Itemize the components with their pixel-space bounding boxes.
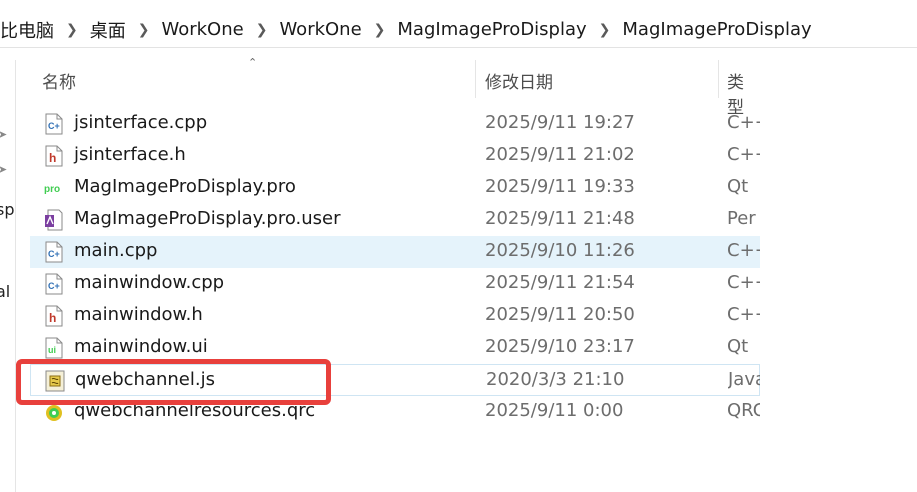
file-type: C++ bbox=[727, 240, 760, 261]
pin-icon: ➤ bbox=[0, 128, 8, 141]
column-divider[interactable] bbox=[718, 60, 719, 98]
file-row[interactable]: C+ jsinterface.cpp 2025/9/11 19:27 C++ bbox=[30, 108, 760, 140]
file-row[interactable]: qwebchannelresources.qrc 2025/9/11 0:00 … bbox=[30, 396, 760, 428]
file-row-selected[interactable]: C+ main.cpp 2025/9/10 11:26 C++ bbox=[30, 236, 760, 268]
svg-text:C+: C+ bbox=[48, 249, 60, 259]
file-date: 2025/9/10 23:17 bbox=[485, 336, 635, 357]
chevron-right-icon[interactable]: ❯ bbox=[593, 22, 617, 38]
file-date: 2025/9/11 19:27 bbox=[485, 112, 635, 133]
file-date: 2020/3/3 21:10 bbox=[486, 369, 625, 390]
file-date: 2025/9/10 11:26 bbox=[485, 240, 635, 261]
svg-text:C+: C+ bbox=[48, 121, 60, 131]
cpp-file-icon: C+ bbox=[45, 113, 63, 135]
breadcrumb-desktop[interactable]: 桌面 bbox=[84, 17, 132, 43]
cpp-file-icon: C+ bbox=[45, 241, 63, 263]
ui-file-icon: ui bbox=[45, 337, 63, 359]
empty-area bbox=[760, 60, 917, 492]
file-date: 2025/9/11 19:33 bbox=[485, 176, 635, 197]
breadcrumb-workone-2[interactable]: WorkOne bbox=[273, 19, 367, 40]
chevron-right-icon[interactable]: ❯ bbox=[60, 22, 84, 38]
file-row[interactable]: h jsinterface.h 2025/9/11 21:02 C++ bbox=[30, 140, 760, 172]
file-type: Qt bbox=[727, 336, 749, 357]
file-date: 2025/9/11 0:00 bbox=[485, 400, 624, 421]
svg-text:pro: pro bbox=[44, 184, 60, 195]
header-file-icon: h bbox=[45, 145, 63, 167]
cpp-file-icon: C+ bbox=[45, 273, 63, 295]
file-name: mainwindow.ui bbox=[74, 336, 208, 357]
svg-text:ui: ui bbox=[48, 345, 56, 355]
file-row[interactable]: C+ mainwindow.cpp 2025/9/11 21:54 C++ bbox=[30, 268, 760, 300]
file-name: MagImageProDisplay.pro.user bbox=[74, 208, 341, 229]
file-name: jsinterface.cpp bbox=[74, 112, 208, 133]
qt-pro-file-icon: pro bbox=[44, 184, 60, 195]
chevron-right-icon[interactable]: ❯ bbox=[132, 22, 156, 38]
file-date: 2025/9/11 21:54 bbox=[485, 272, 635, 293]
breadcrumb-magimageprodisplay-2[interactable]: MagImageProDisplay bbox=[616, 19, 817, 40]
address-bar[interactable]: 比电脑 ❯ 桌面 ❯ WorkOne ❯ WorkOne ❯ MagImageP… bbox=[0, 0, 917, 60]
file-date: 2025/9/11 21:48 bbox=[485, 208, 635, 229]
pin-icon: ➤ bbox=[0, 163, 8, 176]
file-name: qwebchannel.js bbox=[75, 369, 215, 390]
svg-text:h: h bbox=[49, 151, 56, 165]
file-row[interactable]: h mainwindow.h 2025/9/11 20:50 C++ bbox=[30, 300, 760, 332]
breadcrumb-this-pc[interactable]: 比电脑 bbox=[0, 17, 60, 43]
svg-text:h: h bbox=[49, 311, 56, 325]
header-file-icon: h bbox=[45, 305, 63, 327]
file-type: C++ bbox=[727, 304, 760, 325]
nav-item-label[interactable]: al bbox=[0, 282, 10, 301]
file-type: C++ bbox=[727, 144, 760, 165]
column-header-date[interactable]: 修改日期 bbox=[485, 68, 553, 93]
file-row[interactable]: pro MagImageProDisplay.pro 2025/9/11 19:… bbox=[30, 172, 760, 204]
file-type: C++ bbox=[727, 112, 760, 133]
file-name: mainwindow.cpp bbox=[74, 272, 225, 293]
file-type: Qt bbox=[727, 176, 749, 197]
chevron-right-icon[interactable]: ❯ bbox=[368, 22, 392, 38]
column-header-row: 名称 修改日期 类型 bbox=[30, 60, 760, 118]
breadcrumb-magimageprodisplay-1[interactable]: MagImageProDisplay bbox=[391, 19, 592, 40]
file-type: Per bbox=[727, 208, 756, 229]
nav-item-label[interactable]: sp bbox=[0, 200, 15, 219]
file-type: Java bbox=[728, 369, 761, 390]
file-name: MagImageProDisplay.pro bbox=[74, 176, 296, 197]
file-name: qwebchannelresources.qrc bbox=[74, 400, 316, 421]
qrc-file-icon bbox=[46, 405, 62, 421]
file-date: 2025/9/11 21:02 bbox=[485, 144, 635, 165]
file-name: jsinterface.h bbox=[74, 144, 186, 165]
file-row[interactable]: ui mainwindow.ui 2025/9/10 23:17 Qt bbox=[30, 332, 760, 364]
user-file-icon bbox=[45, 209, 63, 231]
file-date: 2025/9/11 20:50 bbox=[485, 304, 635, 325]
js-file-icon bbox=[45, 370, 65, 392]
file-type: QRC bbox=[727, 400, 760, 421]
column-divider[interactable] bbox=[475, 60, 476, 98]
file-name: main.cpp bbox=[74, 240, 158, 261]
file-list: C+ jsinterface.cpp 2025/9/11 19:27 C++ h… bbox=[30, 108, 761, 428]
svg-text:C+: C+ bbox=[48, 281, 60, 291]
navigation-pane[interactable]: ➤ ➤ sp al bbox=[0, 60, 16, 492]
file-type: C++ bbox=[727, 272, 760, 293]
breadcrumb[interactable]: 比电脑 ❯ 桌面 ❯ WorkOne ❯ WorkOne ❯ MagImageP… bbox=[0, 12, 917, 48]
file-row[interactable]: MagImageProDisplay.pro.user 2025/9/11 21… bbox=[30, 204, 760, 236]
chevron-right-icon[interactable]: ❯ bbox=[250, 22, 274, 38]
column-header-name[interactable]: 名称 bbox=[42, 68, 76, 93]
file-name: mainwindow.h bbox=[74, 304, 203, 325]
file-row-focused[interactable]: qwebchannel.js 2020/3/3 21:10 Java bbox=[30, 364, 761, 396]
breadcrumb-workone-1[interactable]: WorkOne bbox=[155, 19, 249, 40]
pane-divider bbox=[15, 60, 16, 492]
